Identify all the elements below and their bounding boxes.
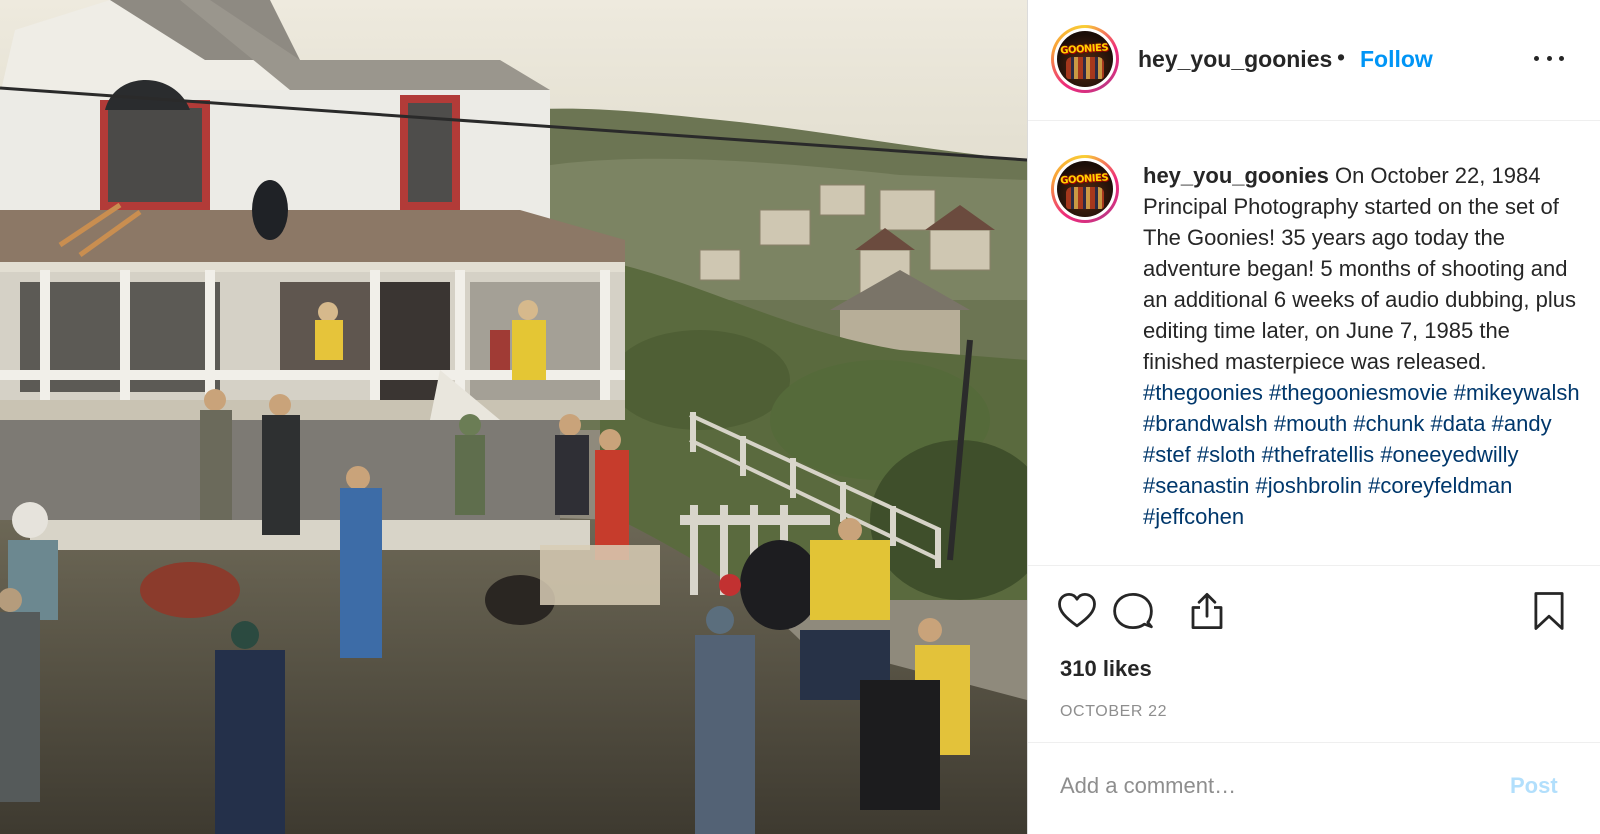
hashtag-link[interactable]: #data bbox=[1430, 411, 1485, 436]
avatar-image: GOONIES bbox=[1057, 31, 1113, 87]
post-caption: hey_you_goonies On October 22, 1984 Prin… bbox=[1143, 160, 1583, 532]
avatar-ring-inner: GOONIES bbox=[1054, 158, 1116, 220]
header-avatar[interactable]: GOONIES bbox=[1051, 25, 1119, 93]
hashtag-link[interactable]: #thegooniesmovie bbox=[1269, 380, 1448, 405]
hashtag-link[interactable]: #thegoonies bbox=[1143, 380, 1263, 405]
caption-text: On October 22, 1984 Principal Photograph… bbox=[1143, 163, 1576, 374]
post-photo[interactable] bbox=[0, 0, 1027, 834]
share-icon[interactable] bbox=[1186, 590, 1228, 632]
hashtag-link[interactable]: #seanastin bbox=[1143, 473, 1249, 498]
comment-input[interactable] bbox=[1060, 761, 1490, 811]
post-details-panel: GOONIES hey_you_goonies • Follow GOONIES… bbox=[1028, 0, 1600, 834]
post-actions bbox=[1028, 582, 1600, 638]
hashtag-link[interactable]: #thefratellis bbox=[1262, 442, 1375, 467]
like-count[interactable]: 310 likes bbox=[1060, 656, 1152, 682]
comments-area[interactable]: GOONIES hey_you_goonies On October 22, 1… bbox=[1028, 122, 1600, 566]
post-comment-button[interactable]: Post bbox=[1510, 773, 1558, 799]
avatar-figures bbox=[1066, 57, 1104, 79]
hashtag-link[interactable]: #joshbrolin bbox=[1256, 473, 1362, 498]
hashtag-link[interactable]: #coreyfeldman bbox=[1368, 473, 1512, 498]
header-separator: • bbox=[1337, 44, 1346, 70]
hashtag-link[interactable]: #chunk bbox=[1353, 411, 1424, 436]
bookmark-icon[interactable] bbox=[1528, 590, 1570, 632]
hashtag-link[interactable]: #oneeyedwilly bbox=[1380, 442, 1518, 467]
caption-avatar[interactable]: GOONIES bbox=[1051, 155, 1119, 223]
more-options-icon[interactable] bbox=[1534, 52, 1564, 64]
more-dot bbox=[1559, 55, 1564, 61]
header-username-link[interactable]: hey_you_goonies bbox=[1138, 46, 1332, 73]
hashtag-link[interactable]: #jeffcohen bbox=[1143, 504, 1244, 529]
hashtag-link[interactable]: #mikeywalsh bbox=[1454, 380, 1580, 405]
add-comment-bar: Post bbox=[1028, 742, 1600, 834]
caption-username-link[interactable]: hey_you_goonies bbox=[1143, 163, 1329, 188]
comment-icon[interactable] bbox=[1112, 590, 1154, 632]
more-dot bbox=[1546, 55, 1552, 61]
post-date[interactable]: OCTOBER 22 bbox=[1060, 703, 1167, 721]
avatar-logo: GOONIES bbox=[1060, 171, 1109, 187]
hashtag-link[interactable]: #stef bbox=[1143, 442, 1191, 467]
follow-button[interactable]: Follow bbox=[1360, 46, 1433, 73]
hashtag-link[interactable]: #mouth bbox=[1274, 411, 1347, 436]
hashtag-link[interactable]: #andy bbox=[1492, 411, 1552, 436]
more-dot bbox=[1534, 55, 1539, 61]
hashtag-link[interactable]: #brandwalsh bbox=[1143, 411, 1268, 436]
heart-icon[interactable] bbox=[1056, 590, 1098, 632]
post-header: GOONIES hey_you_goonies • Follow bbox=[1028, 0, 1600, 121]
avatar-image: GOONIES bbox=[1057, 161, 1113, 217]
avatar-ring-inner: GOONIES bbox=[1054, 28, 1116, 90]
avatar-logo: GOONIES bbox=[1060, 41, 1109, 57]
hashtag-list: #thegoonies #thegooniesmovie #mikeywalsh… bbox=[1143, 380, 1580, 529]
hashtag-link[interactable]: #sloth bbox=[1197, 442, 1256, 467]
photo-scene bbox=[0, 0, 1027, 834]
avatar-figures bbox=[1066, 187, 1104, 209]
